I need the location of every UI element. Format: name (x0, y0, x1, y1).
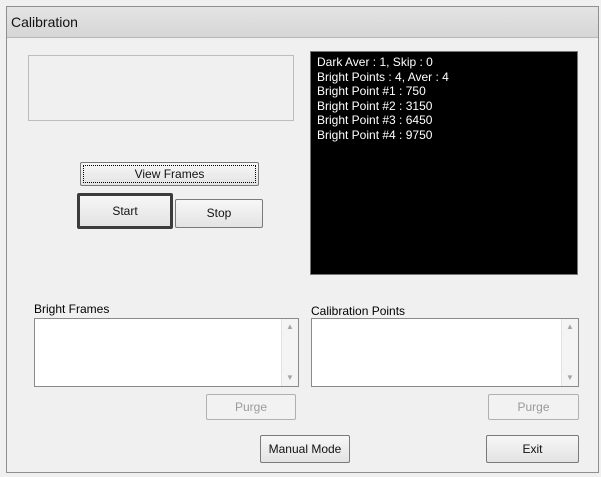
manual-mode-button[interactable]: Manual Mode (260, 435, 350, 463)
log-line: Bright Point #1 : 750 (317, 84, 426, 98)
purge-bright-frames-button[interactable]: Purge (206, 394, 296, 420)
calibration-points-scrollbar[interactable]: ▲ ▼ (561, 319, 578, 386)
calibration-log-panel: Dark Aver : 1, Skip : 0 Bright Points : … (310, 51, 578, 275)
scroll-up-arrow-icon[interactable]: ▲ (282, 319, 298, 335)
view-frames-button[interactable]: View Frames (80, 162, 259, 186)
log-line: Bright Points : 4, Aver : 4 (317, 69, 449, 84)
window-title: Calibration (11, 14, 78, 30)
calibration-points-label: Calibration Points (311, 304, 406, 318)
log-line: Bright Point #3 : 6450 (317, 113, 433, 127)
window-client-area: Dark Aver : 1, Skip : 0 Bright Points : … (7, 37, 598, 472)
bright-frames-scrollbar[interactable]: ▲ ▼ (281, 319, 298, 386)
log-line: Bright Point #2 : 3150 (317, 98, 433, 113)
status-display-panel (28, 55, 294, 121)
stop-button[interactable]: Stop (175, 199, 263, 228)
log-line: Bright Point #4 : 9750 (317, 127, 433, 142)
start-button[interactable]: Start (77, 193, 173, 229)
scroll-down-arrow-icon[interactable]: ▼ (282, 370, 298, 386)
title-bar[interactable]: Calibration (7, 7, 598, 38)
calibration-points-list[interactable]: ▲ ▼ (311, 318, 579, 387)
log-line: Dark Aver : 1, Skip : 0 (317, 55, 433, 69)
bright-frames-label: Bright Frames (34, 302, 110, 316)
scroll-down-arrow-icon[interactable]: ▼ (562, 370, 578, 386)
exit-button[interactable]: Exit (486, 435, 579, 463)
purge-calibration-points-button[interactable]: Purge (488, 394, 579, 420)
scroll-up-arrow-icon[interactable]: ▲ (562, 319, 578, 335)
calibration-window: Calibration Dark Aver : 1, Skip : 0 Brig… (6, 6, 599, 473)
bright-frames-list[interactable]: ▲ ▼ (34, 318, 299, 387)
